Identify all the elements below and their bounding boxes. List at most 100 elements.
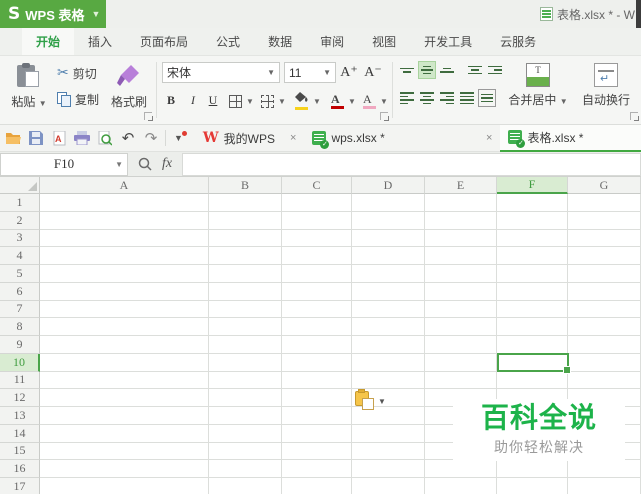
cell-A6[interactable]	[40, 282, 209, 301]
align-top-icon[interactable]	[398, 61, 416, 79]
cell-F5[interactable]	[497, 265, 568, 283]
chevron-down-icon[interactable]: ▼	[115, 160, 123, 169]
ribbon-tab-8[interactable]: 云服务	[486, 28, 550, 55]
column-header-E[interactable]: E	[425, 177, 497, 194]
cell-G8[interactable]	[568, 318, 641, 336]
cell-A7[interactable]	[40, 300, 209, 319]
cell-B9[interactable]	[209, 336, 282, 354]
row-header-9[interactable]: 9	[0, 336, 40, 354]
cell-B8[interactable]	[209, 318, 282, 336]
copy-button[interactable]: 复制	[54, 88, 102, 110]
cell-C16[interactable]	[282, 460, 352, 478]
paste-options-button[interactable]: ▼	[355, 389, 386, 411]
print-preview-button[interactable]	[95, 128, 115, 148]
cell-C8[interactable]	[282, 318, 352, 336]
cell-D11[interactable]	[352, 371, 425, 390]
row-header-5[interactable]: 5	[0, 265, 40, 283]
cell-B4[interactable]	[209, 247, 282, 265]
cell-D2[interactable]	[352, 211, 425, 230]
clipboard-dialog-launcher[interactable]	[144, 112, 153, 121]
cell-D17[interactable]	[352, 478, 425, 494]
row-header-4[interactable]: 4	[0, 247, 40, 265]
merge-center-button[interactable]: T 合并居中 ▼	[506, 58, 570, 118]
cell-E3[interactable]	[425, 229, 497, 248]
cell-E7[interactable]	[425, 300, 497, 319]
ribbon-tab-5[interactable]: 审阅	[306, 28, 358, 55]
row-header-1[interactable]: 1	[0, 194, 40, 212]
cell-F8[interactable]	[497, 318, 568, 336]
cell-G10[interactable]	[568, 353, 641, 372]
fill-color-button[interactable]: ▼	[292, 90, 324, 112]
cell-B16[interactable]	[209, 460, 282, 478]
row-header-8[interactable]: 8	[0, 318, 40, 336]
cell-F11[interactable]	[497, 371, 568, 390]
row-header-2[interactable]: 2	[0, 211, 40, 230]
cell-G9[interactable]	[568, 336, 641, 354]
format-painter-button[interactable]: 格式刷	[106, 58, 152, 118]
cell-B14[interactable]	[209, 424, 282, 443]
row-header-15[interactable]: 15	[0, 442, 40, 461]
cell-F16[interactable]	[497, 460, 568, 478]
column-header-F[interactable]: F	[497, 177, 568, 194]
ribbon-tab-6[interactable]: 视图	[358, 28, 410, 55]
wps-menu-button[interactable]: S WPS 表格 ▼	[0, 0, 106, 28]
cell-B12[interactable]	[209, 389, 282, 407]
cell-E17[interactable]	[425, 478, 497, 494]
cell-D7[interactable]	[352, 300, 425, 319]
redo-button[interactable]: ↷	[141, 128, 161, 148]
cell-F2[interactable]	[497, 211, 568, 230]
print-button[interactable]	[72, 128, 92, 148]
row-header-16[interactable]: 16	[0, 460, 40, 478]
column-header-G[interactable]: G	[568, 177, 641, 194]
cell-G5[interactable]	[568, 265, 641, 283]
align-right-icon[interactable]	[438, 89, 456, 107]
cell-A15[interactable]	[40, 442, 209, 461]
align-middle-icon[interactable]	[418, 61, 436, 79]
shrink-font-button[interactable]: A⁻	[364, 62, 382, 82]
cell-A12[interactable]	[40, 389, 209, 407]
row-header-10[interactable]: 10	[0, 353, 40, 372]
cell-B2[interactable]	[209, 211, 282, 230]
ribbon-tab-0[interactable]: 开始	[22, 28, 75, 55]
cell-A9[interactable]	[40, 336, 209, 354]
cell-F9[interactable]	[497, 336, 568, 354]
save-button[interactable]	[26, 128, 46, 148]
alignment-dialog-launcher[interactable]	[630, 112, 639, 121]
row-header-11[interactable]: 11	[0, 371, 40, 390]
cell-B15[interactable]	[209, 442, 282, 461]
cell-D1[interactable]	[352, 194, 425, 212]
cell-C9[interactable]	[282, 336, 352, 354]
tab-biaoge-xlsx[interactable]: 表格.xlsx *	[500, 124, 641, 152]
cell-E11[interactable]	[425, 371, 497, 390]
row-header-7[interactable]: 7	[0, 300, 40, 319]
increase-indent-icon[interactable]	[486, 61, 504, 79]
cell-A8[interactable]	[40, 318, 209, 336]
close-icon[interactable]: ×	[290, 132, 296, 144]
cell-B11[interactable]	[209, 371, 282, 390]
cell-D9[interactable]	[352, 336, 425, 354]
cell-E2[interactable]	[425, 211, 497, 230]
insert-function-button[interactable]: fx	[162, 156, 172, 172]
cell-A2[interactable]	[40, 211, 209, 230]
draw-border-button[interactable]: ▼	[258, 90, 289, 112]
cell-C15[interactable]	[282, 442, 352, 461]
name-box[interactable]: F10 ▼	[0, 152, 128, 176]
cell-C13[interactable]	[282, 407, 352, 425]
cell-D5[interactable]	[352, 265, 425, 283]
cell-C11[interactable]	[282, 371, 352, 390]
cell-F7[interactable]	[497, 300, 568, 319]
row-header-6[interactable]: 6	[0, 282, 40, 301]
close-icon[interactable]: ×	[486, 132, 492, 144]
selected-cell-f10[interactable]	[497, 353, 571, 374]
underline-button[interactable]: U	[204, 90, 222, 110]
cell-G4[interactable]	[568, 247, 641, 265]
font-dialog-launcher[interactable]	[380, 112, 389, 121]
cell-A4[interactable]	[40, 247, 209, 265]
cell-D15[interactable]	[352, 442, 425, 461]
cell-G17[interactable]	[568, 478, 641, 494]
font-size-select[interactable]: 11 ▼	[284, 62, 336, 83]
italic-button[interactable]: I	[184, 90, 202, 110]
cell-E4[interactable]	[425, 247, 497, 265]
chevron-down-icon[interactable]: ▼	[560, 97, 568, 106]
cell-B13[interactable]	[209, 407, 282, 425]
